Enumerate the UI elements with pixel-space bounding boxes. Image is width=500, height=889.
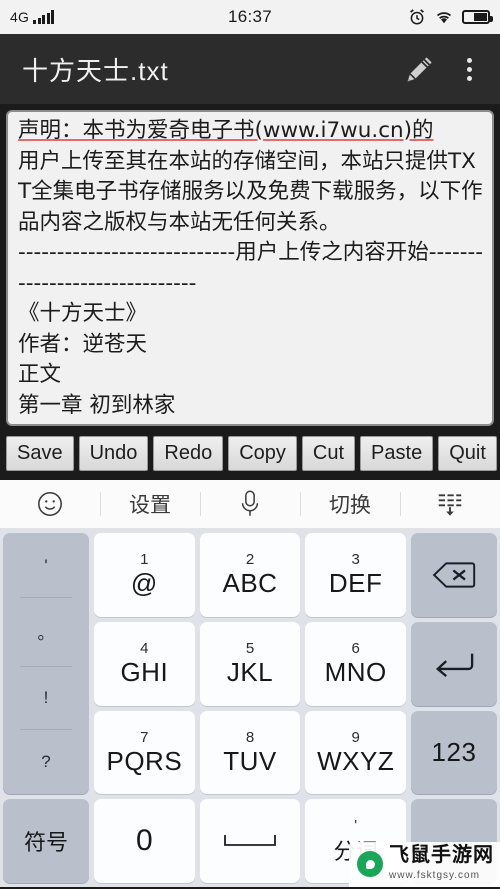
key-number: 2 <box>245 551 255 569</box>
key-5[interactable]: 5 JKL <box>199 621 301 706</box>
symbol-key-label: 符号 <box>23 830 68 856</box>
microphone-icon <box>241 490 259 516</box>
key-number: 1 <box>140 551 149 569</box>
punct-question: ? <box>41 751 51 771</box>
key-4[interactable]: 4 GHI <box>94 621 195 706</box>
key-number: 9 <box>351 728 360 746</box>
paste-button[interactable]: Paste <box>360 435 434 471</box>
enter-key[interactable] <box>410 621 497 706</box>
punct-divider <box>20 665 72 667</box>
punct-divider <box>20 596 72 598</box>
punct-exclaim: ! <box>43 687 49 707</box>
redo-button[interactable]: Redo <box>153 435 224 471</box>
key-letters: JKL <box>226 657 274 688</box>
key-letters: GHI <box>120 657 169 688</box>
key-6[interactable]: 6 MNO <box>305 621 406 706</box>
key-number: 5 <box>245 640 255 658</box>
quit-button[interactable]: Quit <box>438 435 497 471</box>
punctuation-key[interactable]: ' 。 ! ? <box>3 533 89 795</box>
editor-line: 作者：逆苍天 <box>18 331 148 357</box>
editor-action-bar: Save Undo Redo Copy Cut Paste Quit <box>0 426 500 480</box>
key-number: 3 <box>351 551 360 569</box>
status-bar: 4G 16:37 <box>0 0 500 34</box>
battery-icon <box>462 10 493 24</box>
key-letters: DEF <box>328 568 383 599</box>
kebab-menu-icon[interactable] <box>459 52 480 87</box>
key-letters: PQRS <box>106 745 183 776</box>
save-button[interactable]: Save <box>6 435 74 471</box>
key-1[interactable]: 1 @ <box>94 533 195 617</box>
key-number: 8 <box>245 728 255 746</box>
ime-toolbar: 设置 切换 <box>0 480 500 529</box>
phone-screen: 4G 16:37 十方天士.txt 声明：本书为爱奇电子书(www.i7wu.c… <box>0 0 500 889</box>
key-2[interactable]: 2 ABC <box>199 533 301 617</box>
key-number: 0 <box>135 824 153 858</box>
cut-button[interactable]: Cut <box>301 435 356 471</box>
pencil-icon[interactable] <box>403 52 437 86</box>
app-title-bar: 十方天士.txt <box>0 34 500 104</box>
key-letters: @ <box>130 568 158 599</box>
smiley-icon <box>38 492 62 516</box>
split-key-mark: ' <box>354 816 358 834</box>
key-3[interactable]: 3 DEF <box>305 533 406 617</box>
ime-emoji-button[interactable] <box>0 480 100 528</box>
space-icon <box>224 835 276 847</box>
copy-button[interactable]: Copy <box>228 435 297 471</box>
key-letters: ABC <box>222 568 278 599</box>
editor-line: 第一章 初到林家 <box>18 392 176 418</box>
key-number: 4 <box>140 640 149 658</box>
punct-divider <box>20 729 72 731</box>
status-right <box>408 8 493 26</box>
ime-voice-button[interactable] <box>200 480 300 528</box>
word-split-key[interactable]: ' 分词 <box>305 799 406 883</box>
undo-button[interactable]: Undo <box>78 435 149 471</box>
key-letters: TUV <box>223 745 277 776</box>
split-key-label: 分词 <box>333 838 378 864</box>
punct-period: 。 <box>37 624 55 644</box>
page-title: 十方天士.txt <box>22 55 169 86</box>
ime-switch-button[interactable]: 切换 <box>300 480 400 528</box>
key-7[interactable]: 7 PQRS <box>94 710 195 795</box>
enter-icon <box>435 653 474 677</box>
editor-line: 用户上传至其在本站的存储空间，本站只提供TXT全集电子书存储服务以及免费下载服务… <box>18 148 483 235</box>
backspace-key[interactable] <box>410 533 497 617</box>
backspace-icon <box>432 562 476 588</box>
t9-keyboard: ' 。 ! ? 1 @ 2 ABC 3 DEF 4 GHI 5 JKL 6 MN… <box>0 529 500 887</box>
key-8[interactable]: 8 TUV <box>199 710 301 795</box>
editor-line: 《十方天士》 <box>18 301 148 326</box>
key-number: 6 <box>351 640 360 658</box>
key-0[interactable]: 0 <box>94 799 195 883</box>
ime-settings-button[interactable]: 设置 <box>100 480 200 528</box>
text-editor-field[interactable]: 声明：本书为爱奇电子书(www.i7wu.cn)的 用户上传至其在本站的存储空间… <box>6 110 494 426</box>
ime-hide-keyboard-button[interactable] <box>400 480 500 528</box>
symbol-key[interactable]: 符号 <box>3 799 89 883</box>
editor-line: 正文 <box>18 362 62 387</box>
key-letters: WXYZ <box>317 745 395 776</box>
number-mode-label: 123 <box>431 737 477 768</box>
title-bar-actions <box>403 52 484 87</box>
space-key[interactable] <box>199 799 301 883</box>
editor-line: 声明：本书为爱奇电子书(www.i7wu.cn)的 <box>18 118 434 143</box>
language-key[interactable] <box>410 799 497 883</box>
wifi-icon <box>436 12 452 24</box>
hide-keyboard-icon <box>438 494 462 516</box>
punct-apostrophe: ' <box>44 555 48 575</box>
key-letters: MNO <box>324 657 387 688</box>
key-9[interactable]: 9 WXYZ <box>305 710 406 795</box>
number-mode-key[interactable]: 123 <box>410 710 497 795</box>
editor-container: 声明：本书为爱奇电子书(www.i7wu.cn)的 用户上传至其在本站的存储空间… <box>0 104 500 426</box>
editor-line: ----------------------------用户上传之内容开始---… <box>18 240 484 296</box>
key-number: 7 <box>140 728 149 746</box>
alarm-clock-icon <box>410 9 424 25</box>
